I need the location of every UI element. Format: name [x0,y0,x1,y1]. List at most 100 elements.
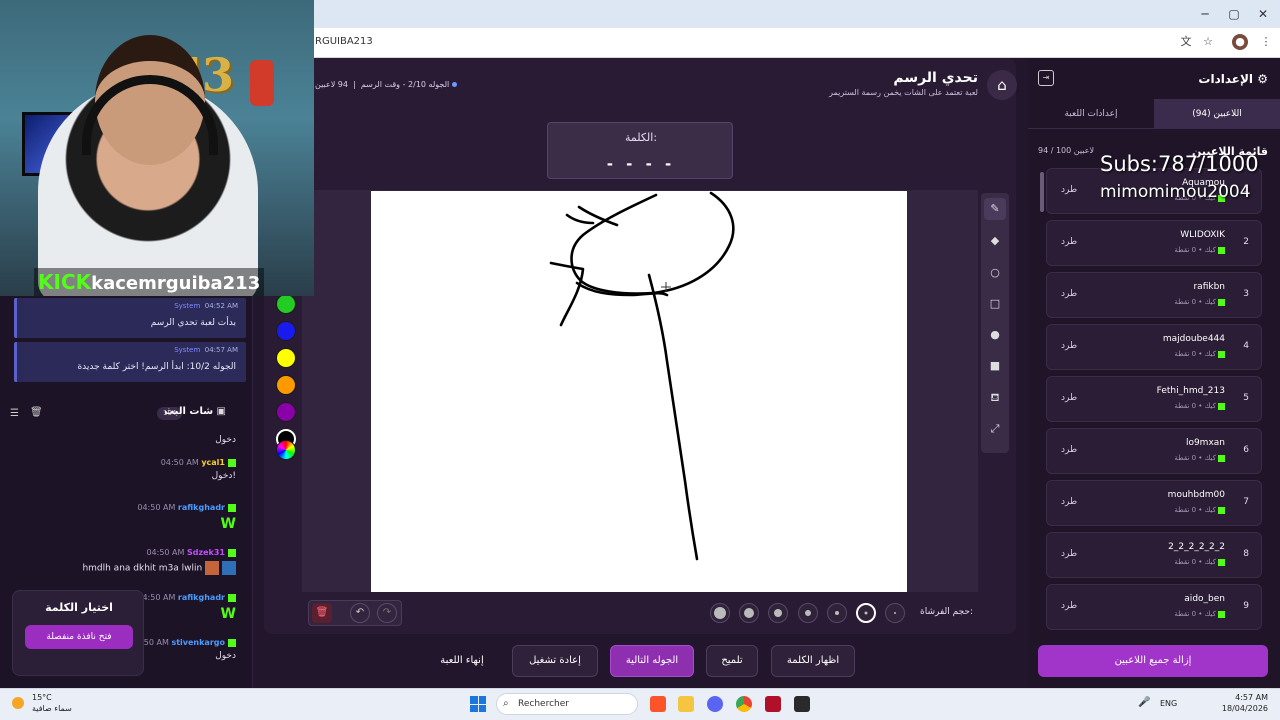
kick-player-button[interactable]: طرد [1061,445,1077,455]
restart-button[interactable]: إعادة تشغيل [512,645,598,677]
player-row: 8 2_2_2_2_2_2 كيك • 0 نقطة طرد [1046,532,1262,578]
drawing-canvas[interactable] [371,191,907,592]
color-swatch-blue[interactable] [276,321,296,341]
chrome-icon[interactable] [736,696,752,712]
close-icon[interactable]: ✕ [1248,4,1278,24]
kick-badge-icon [1218,246,1225,254]
kick-player-button[interactable]: طرد [1061,393,1077,403]
kick-player-button[interactable]: طرد [1061,289,1077,299]
maximize-icon[interactable]: ▢ [1219,4,1249,24]
chat-message: 04:50 AM rafikghadr W [137,593,236,622]
trash-icon[interactable]: 🗑 [312,603,332,623]
search-icon: ⌕ [503,698,509,709]
hint-button[interactable]: تلميح [706,645,758,677]
player-meta: كيك • 0 نقطة [1174,350,1225,358]
gear-icon: ⚙ [1257,72,1268,86]
brush-size-3[interactable] [798,603,818,623]
collapse-panel-icon[interactable]: ⇥ [1038,70,1054,86]
color-picker-icon[interactable] [276,440,296,460]
chat-message: 04:50 AM rafikghadr W [137,503,236,532]
brush-size-6[interactable] [710,603,730,623]
brush-size-0[interactable] [885,603,905,623]
color-swatch-purple[interactable] [276,402,296,422]
pencil-icon[interactable]: ✎ [984,198,1006,220]
time: 04:50 AM [137,503,176,512]
url-text[interactable]: RGUIBA213 [315,36,373,47]
brush-size-4[interactable] [768,603,788,623]
brush-size-1-selected[interactable] [856,603,876,623]
kick-player-button[interactable]: طرد [1061,601,1077,611]
word-choice-popup: اختيار الكلمة فتح نافذة منفصلة [12,590,144,676]
username[interactable]: rafikghadr [178,593,225,602]
collapse-chat-icon[interactable]: ☰ [10,408,19,419]
tab-game-settings[interactable]: إعدادات اللعبة [1028,99,1154,129]
rectangle-icon[interactable]: □ [984,293,1006,315]
player-row: 7 mouhbdm00 كيك • 0 نقطة طرد [1046,480,1262,526]
message-text: دخول! [211,471,236,481]
circle-icon[interactable]: ○ [984,262,1006,284]
line-icon[interactable]: ⤢ [984,418,1006,440]
fill-bucket-icon[interactable]: ⛾ [984,387,1006,409]
brave-icon[interactable] [650,696,666,712]
menu-dots-icon[interactable]: ⋮ [1258,34,1274,50]
player-rank: 8 [1243,549,1249,559]
brush-size-2[interactable] [827,603,847,623]
kick-player-button[interactable]: طرد [1061,497,1077,507]
translate-icon[interactable]: 文 [1178,34,1194,50]
taskbar-clock[interactable]: 4:57 AM 18/04/2026 [1222,692,1268,714]
home-button[interactable]: ⌂ [987,70,1017,100]
time: 04:50 AM [160,458,199,467]
tab-players[interactable]: اللاعبين (94) [1154,99,1280,129]
app-icon[interactable] [794,696,810,712]
date: 18/04/2026 [1221,704,1268,713]
player-meta: كيك • 0 نقطة [1174,506,1225,514]
brush-size-5[interactable] [739,603,759,623]
adobe-icon[interactable] [765,696,781,712]
language-indicator[interactable]: ENG [1160,699,1177,708]
channel-name: kacemrguiba213 [91,273,261,294]
latest-sub-overlay: mimomimou2004 [1100,182,1251,202]
filled-rectangle-icon[interactable]: ■ [984,355,1006,377]
kick-player-button[interactable]: طرد [1061,185,1077,195]
undo-icon[interactable]: ↶ [350,603,370,623]
color-swatch-orange[interactable] [276,375,296,395]
kick-badge-icon [1218,298,1225,306]
filled-circle-icon[interactable]: ● [984,324,1006,346]
windows-start-icon[interactable] [470,696,486,712]
kick-player-button[interactable]: طرد [1061,341,1077,351]
list-scrollbar[interactable] [1040,172,1044,212]
redo-icon[interactable]: ↷ [377,603,397,623]
next-round-button[interactable]: الجوله التالية [610,645,694,677]
reveal-word-button[interactable]: اظهار الكلمة [771,645,855,677]
discord-icon[interactable] [707,696,723,712]
open-window-button[interactable]: فتح نافذة منفصلة [25,625,133,649]
username[interactable]: rafikghadr [178,503,225,512]
remove-all-players-button[interactable]: إزالة جميع اللاعبين [1038,645,1268,677]
weather-widget[interactable]: 15°C سماء صافية [32,692,72,714]
minimize-icon[interactable]: ─ [1190,4,1220,24]
end-game-button[interactable]: إنهاء اللعبة [424,645,500,677]
trash-chat-icon[interactable]: 🗑 [30,407,43,418]
time: 4:57 AM [1235,693,1268,702]
word-box: الكلمة: - - - - [547,122,733,179]
eraser-icon[interactable]: ◆ [984,230,1006,252]
player-name: WLIDOXIK [1180,230,1225,240]
kick-player-button[interactable]: طرد [1061,549,1077,559]
chat-message: 04:50 AM ycal1 دخول! [161,458,236,481]
username[interactable]: Sdzek31 [187,548,225,557]
emote-icon [205,561,220,575]
star-icon[interactable]: ☆ [1200,34,1216,50]
microphone-icon[interactable]: 🎤 [1138,697,1150,708]
temperature: 15°C [32,693,52,702]
color-swatch-yellow[interactable] [276,348,296,368]
settings-title: الإعدادات ⚙ [1198,72,1268,86]
profile-avatar[interactable]: ● [1232,34,1248,50]
file-explorer-icon[interactable] [678,696,694,712]
message-text: دخول [215,435,236,445]
kick-player-button[interactable]: طرد [1061,237,1077,247]
username[interactable]: ycal1 [201,458,225,467]
username[interactable]: stivenkargo [171,638,225,647]
color-swatch-green[interactable] [276,294,296,314]
emote-icon [222,561,236,575]
player-rank: 3 [1243,289,1249,299]
